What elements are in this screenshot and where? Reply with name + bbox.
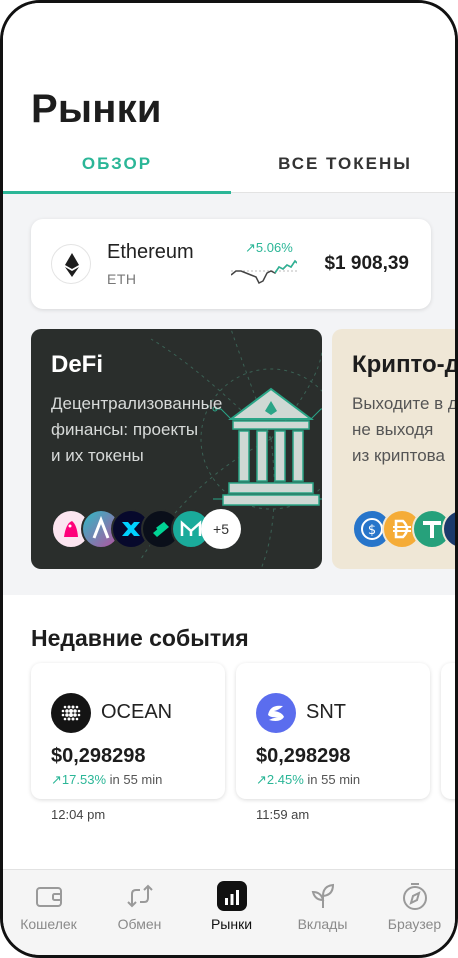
event-card-partial[interactable] — [441, 663, 455, 799]
event-token-change: ↗2.45% in 55 min — [256, 772, 360, 788]
nav-item-swap[interactable]: Обмен — [94, 870, 185, 955]
swap-icon — [127, 884, 153, 908]
event-card[interactable]: OCEAN $0,298298 ↗17.53% in 55 min — [31, 663, 225, 799]
ethereum-icon — [51, 244, 91, 284]
event-token-change: ↗17.53% in 55 min — [51, 772, 162, 788]
nav-item-browser[interactable]: Браузер — [369, 870, 455, 955]
event-change-value: 2.45% — [266, 772, 304, 787]
defi-desc-line: Децентрализованные — [51, 394, 223, 413]
markets-icon — [217, 881, 247, 911]
defi-description: Децентрализованные финансы: проекты и их… — [51, 391, 251, 469]
bottom-navigation: Кошелек Обмен Рынки Вклады Браузер — [3, 869, 455, 955]
event-token-name: OCEAN — [101, 701, 173, 723]
crypto-promo-title: Крипто-д — [352, 351, 458, 378]
more-coins-count: +5 — [201, 509, 241, 549]
nav-label: Кошелек — [20, 916, 77, 932]
arrow-up-right-icon: ↗ — [256, 772, 267, 787]
defi-title: DeFi — [51, 351, 104, 378]
sprout-icon — [311, 883, 335, 908]
page-title: Рынки — [31, 87, 162, 131]
event-time: 11:59 am — [256, 807, 310, 822]
compass-icon — [403, 883, 427, 910]
recent-events-title: Недавние события — [31, 625, 249, 651]
event-token-price: $0,298298 — [51, 745, 146, 767]
token-name: Ethereum — [107, 241, 194, 263]
snt-icon — [256, 693, 296, 733]
token-change: ↗5.06% — [245, 240, 293, 256]
tab-bar: ОБЗОР ВСЕ ТОКЕНЫ — [3, 149, 455, 194]
header: Рынки ОБЗОР ВСЕ ТОКЕНЫ — [3, 3, 455, 194]
event-change-period: in 55 min — [109, 772, 163, 787]
event-change-value: 17.53% — [61, 772, 106, 787]
arrow-up-right-icon: ↗ — [51, 772, 62, 787]
ocean-icon — [51, 693, 91, 733]
defi-promo-card[interactable]: DeFi Децентрализованные финансы: проекты… — [31, 329, 322, 569]
defi-desc-line: финансы: проекты — [51, 420, 199, 439]
nav-label: Браузер — [387, 916, 442, 932]
crypto-desc-line: Выходите в д — [352, 394, 458, 413]
sparkline-chart — [231, 259, 297, 285]
event-card[interactable]: SNT $0,298298 ↗2.45% in 55 min — [236, 663, 430, 799]
token-change-value: 5.06% — [255, 240, 293, 255]
nav-item-wallet[interactable]: Кошелек — [3, 870, 94, 955]
promo-carousel[interactable]: DeFi Децентрализованные финансы: проекты… — [3, 329, 455, 569]
tab-all-tokens[interactable]: ВСЕ ТОКЕНЫ — [231, 149, 455, 193]
event-token-name: SNT — [306, 701, 346, 723]
nav-label: Рынки — [210, 916, 253, 932]
crypto-promo-card[interactable]: Крипто-д Выходите в д не выходя из крипт… — [332, 329, 458, 569]
svg-text:$: $ — [368, 523, 376, 538]
event-change-period: in 55 min — [307, 772, 361, 787]
event-token-price: $0,298298 — [256, 745, 351, 767]
recent-events-section: Недавние события OCEAN $0,298298 ↗17.53%… — [3, 595, 455, 870]
featured-token-card[interactable]: Ethereum ETH ↗5.06% $1 908,39 — [31, 219, 431, 309]
arrow-up-right-icon: ↗ — [245, 240, 256, 255]
nav-label: Вклады — [297, 916, 348, 932]
tab-overview[interactable]: ОБЗОР — [3, 149, 231, 194]
wallet-icon — [36, 887, 62, 907]
event-time: 12:04 pm — [51, 807, 106, 822]
crypto-desc-line: не выходя — [352, 420, 434, 439]
defi-desc-line: и их токены — [51, 446, 144, 465]
token-price: $1 908,39 — [324, 253, 409, 274]
crypto-promo-description: Выходите в д не выходя из криптова — [352, 391, 458, 469]
nav-item-deposits[interactable]: Вклады — [277, 870, 368, 955]
crypto-coin-stack: $ — [352, 509, 455, 549]
crypto-desc-line: из криптова — [352, 446, 445, 465]
token-symbol: ETH — [107, 271, 137, 287]
nav-label: Обмен — [117, 916, 162, 932]
phone-frame: Рынки ОБЗОР ВСЕ ТОКЕНЫ Ethereum ETH ↗5.0… — [0, 0, 458, 958]
defi-coin-stack: +5 — [51, 509, 311, 549]
nav-item-markets[interactable]: Рынки — [186, 870, 277, 955]
